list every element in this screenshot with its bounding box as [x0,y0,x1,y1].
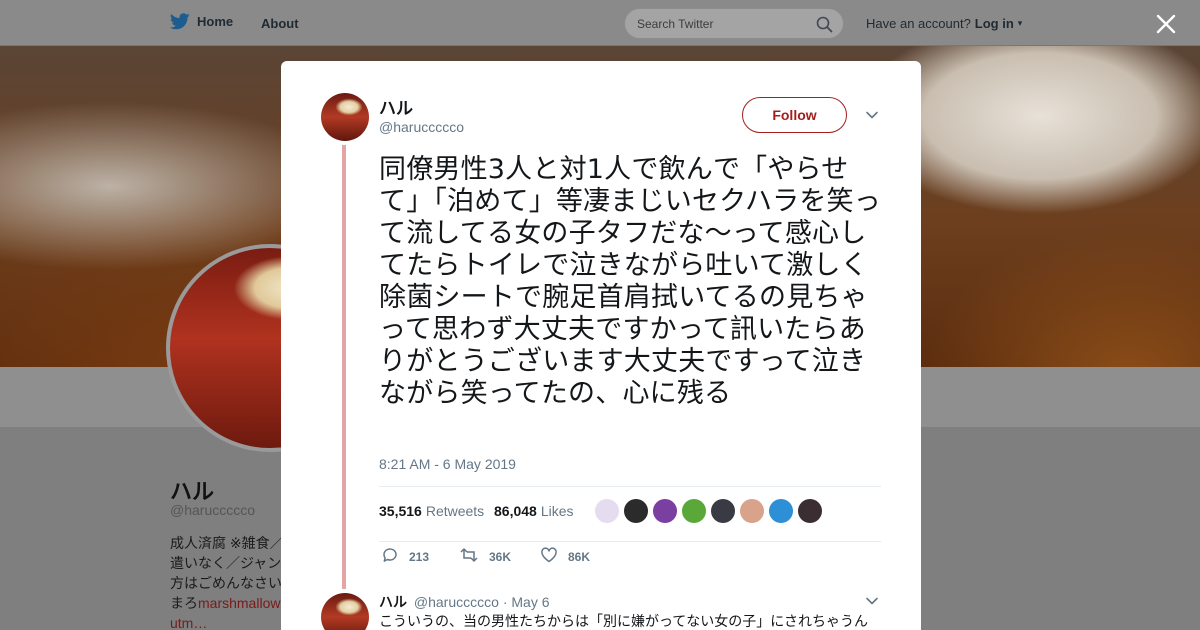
liker-avatar[interactable] [653,499,677,523]
reply-author-handle[interactable]: @haruccccco [414,594,499,610]
follow-button[interactable]: Follow [742,97,847,133]
likes-count: 86,048 [494,503,537,519]
login-link[interactable]: Log in [975,16,1014,31]
retweet-icon [459,546,479,567]
liker-avatar[interactable] [711,499,735,523]
reply-header: ハル @haruccccco · May 6 [379,592,550,612]
tweet-timestamp[interactable]: 8:21 AM - 6 May 2019 [379,456,516,472]
top-navigation: Home About Have an account? Log in ▾ [0,0,1200,46]
bio-link[interactable]: marshmallow [198,595,280,611]
tweet-modal: ハル @haruccccco Follow 同僚男性3人と対1人で飲んで「やらせ… [281,61,921,630]
chevron-down-icon[interactable] [864,107,880,123]
caret-down-icon[interactable]: ▾ [1018,18,1023,29]
reply-author-avatar[interactable] [321,593,369,630]
reply-date[interactable]: · May 6 [503,594,550,610]
nav-about-link[interactable]: About [261,16,299,31]
reply-count: 213 [409,549,430,564]
liker-avatar[interactable] [740,499,764,523]
like-action[interactable]: 86K [540,546,590,567]
tweet-text: 同僚男性3人と対1人で飲んで「やらせて」「泊めて」等凄まじいセクハラを笑って流し… [379,154,881,409]
reply-action[interactable]: 213 [381,546,429,567]
like-count: 86K [568,549,591,564]
close-icon[interactable] [1152,10,1180,38]
liker-avatars [595,499,822,523]
bio-line[interactable]: utm… [170,615,207,630]
bio-line: まろ [170,595,198,611]
heart-icon [540,546,558,567]
bio-line: 方はごめんなさい [170,575,282,591]
liker-avatar[interactable] [798,499,822,523]
tweet-stats: 35,516 Retweets 86,048 Likes [379,486,881,542]
bio-line: 成人済腐 ※雑食／ [170,535,282,551]
author-handle[interactable]: @haruccccco [379,119,464,135]
reply-text: こういうの、当の男性たちからは「別に嫌がってない女の子」にされちゃうん [379,614,869,630]
chevron-down-icon[interactable] [864,593,880,609]
liker-avatar[interactable] [682,499,706,523]
author-name[interactable]: ハル [379,94,413,119]
search-box [624,8,844,39]
thread-line [342,145,346,589]
account-area: Have an account? Log in ▾ [866,16,1022,31]
bio-line: 遣いなく／ジャン [170,555,282,571]
likes-label: Likes [540,503,574,519]
author-avatar[interactable] [321,93,369,141]
liker-avatar[interactable] [769,499,793,523]
likes-stat[interactable]: 86,048 Likes [494,503,574,519]
retweet-action[interactable]: 36K [459,546,511,567]
liker-avatar[interactable] [595,499,619,523]
nav-home-link[interactable]: Home [170,13,233,30]
retweet-count: 36K [489,549,512,564]
reply-icon [381,546,399,567]
retweets-count: 35,516 [379,503,422,519]
profile-bio: 成人済腐 ※雑食／ 遣いなく／ジャン 方はごめんなさい まろmarshmallo… [170,533,282,630]
profile-handle: @haruccccco [170,502,256,518]
twitter-bird-icon [170,13,190,30]
reply-author-name[interactable]: ハル [379,594,407,610]
search-icon[interactable] [816,16,833,38]
retweets-stat[interactable]: 35,516 Retweets [379,503,484,519]
retweets-label: Retweets [425,503,485,519]
account-prompt: Have an account? [866,16,971,31]
search-input[interactable] [637,15,807,33]
nav-home-label: Home [197,14,234,29]
liker-avatar[interactable] [624,499,648,523]
